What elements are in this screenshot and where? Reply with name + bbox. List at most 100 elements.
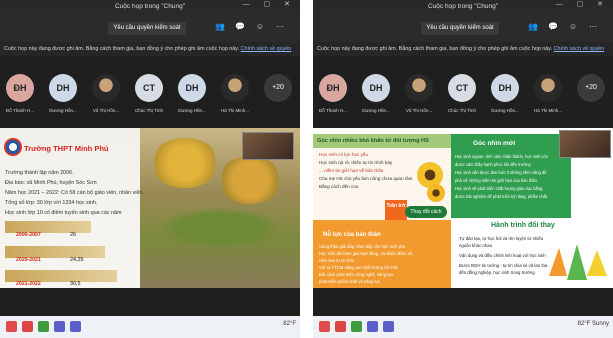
journey-item: Vận dụng và điều chỉnh linh hoạt với học…: [459, 253, 546, 258]
window-controls[interactable]: — ▢ ✕: [556, 0, 609, 8]
app-icon[interactable]: [319, 321, 330, 332]
avatar[interactable]: CT: [135, 74, 163, 102]
change-perspective-pill: Thay đổi cách nhìn: [405, 206, 447, 227]
year-label: 2021-2022: [16, 281, 41, 287]
avatar[interactable]: DH: [178, 74, 206, 102]
new-item: được cảm thấy hạnh phúc khi đến trường: [455, 162, 531, 167]
journey-header: Hành trình đổi thay: [491, 222, 555, 229]
journey-item: Tự đào tạo, tự học hỏi và rèn luyện từ n…: [459, 236, 544, 241]
difficulty-item: Bằng cách đến con: [319, 184, 359, 189]
participant-name: Dương Hồn...: [49, 108, 77, 113]
chat-icon[interactable]: 💬: [234, 21, 246, 33]
effort-item: Cùng thảo giải đáp, khơi dậy cho học sin…: [319, 244, 406, 249]
reactions-icon[interactable]: ☺: [567, 21, 579, 33]
effort-item: Với tư TTCM năng cao chất lượng bộ môn: [319, 265, 399, 270]
shrub-shape: [160, 208, 280, 248]
reactions-icon[interactable]: ☺: [254, 21, 266, 33]
app-icon[interactable]: [22, 321, 33, 332]
participant-name: Dương Hồn...: [362, 108, 390, 113]
avatar[interactable]: DH: [362, 74, 390, 102]
people-icon[interactable]: 👥: [527, 21, 539, 33]
avatar-photo[interactable]: [405, 74, 433, 102]
self-video-preview[interactable]: [559, 130, 611, 158]
avatar[interactable]: ĐH: [6, 74, 34, 102]
app-icon[interactable]: [6, 321, 17, 332]
participant-name: Vũ Thị Hồn...: [405, 108, 433, 113]
teams-icon[interactable]: [70, 321, 81, 332]
info-line: Tổng số lớp: 30 lớp với 1334 học sinh.: [5, 200, 98, 206]
people-icon[interactable]: 👥: [214, 21, 226, 33]
teams-icon[interactable]: [367, 321, 378, 332]
privacy-policy-link[interactable]: Chính sách về quyền: [554, 46, 605, 52]
window-controls[interactable]: — ▢ ✕: [243, 0, 296, 8]
chat-icon[interactable]: 💬: [547, 21, 559, 33]
self-effort-header: Nỗ lực của bản thân: [323, 232, 381, 238]
year-label: 2006-2007: [16, 232, 41, 238]
participant-name: Dương Hồn...: [491, 108, 519, 113]
taskbar: 82°F Sunny: [313, 316, 613, 338]
app-icon[interactable]: [335, 321, 346, 332]
weather-widget[interactable]: 82°F Sunny: [578, 321, 609, 327]
new-perspective-header: Góc nhìn mới: [473, 140, 516, 147]
score-value: 24,25: [70, 257, 84, 263]
request-control-button[interactable]: Yêu cầu quyền kiểm soát: [421, 22, 499, 35]
avatar-photo[interactable]: [92, 74, 120, 102]
avatar[interactable]: DH: [491, 74, 519, 102]
school-title: Trường THPT Minh Phú: [24, 144, 109, 153]
journey-item: Được BGH tin tưởng - tự tin chia sẻ và l…: [459, 263, 548, 268]
participant-name: Dương Hồn...: [178, 108, 206, 113]
teams-icon[interactable]: [54, 321, 65, 332]
meeting-toolbar: Yêu cầu quyền kiểm soát 👥 💬 ☺ ⋯: [313, 14, 613, 42]
privacy-policy-link[interactable]: Chính sách về quyền: [241, 46, 292, 52]
app-icon[interactable]: [38, 321, 49, 332]
avatar[interactable]: DH: [49, 74, 77, 102]
effort-item: năm sau tự tin hơn: [319, 258, 355, 263]
effort-item: Học sinh đã tham gia hoạt động, cải thiệ…: [319, 251, 414, 256]
paper-planes-icon: [549, 244, 607, 280]
participant-name: Chúc Thị Tình: [447, 108, 477, 113]
difficulties-header: Góc nhìn nhiều khó khăn từ đối tượng HS: [313, 134, 451, 148]
participant-strip: ĐH Đỗ Thanh H... DH Dương Hồn... Vũ Thị …: [0, 60, 300, 122]
score-value: 30,5: [70, 281, 81, 287]
new-item: Học sinh sẽ phát triển chất lượng giáo d…: [455, 186, 543, 191]
more-options-icon[interactable]: ⋯: [274, 21, 286, 33]
score-value: 26: [70, 232, 76, 238]
app-icon[interactable]: [351, 321, 362, 332]
more-participants-button[interactable]: +20: [577, 74, 605, 102]
tree-shape: [218, 156, 282, 204]
teams-icon[interactable]: [383, 321, 394, 332]
request-control-button[interactable]: Yêu cầu quyền kiểm soát: [108, 22, 186, 35]
participant-name: Đỗ Thanh H...: [319, 108, 347, 113]
year-label: 2020-2021: [16, 257, 41, 263]
meeting-toolbar: Yêu cầu quyền kiểm soát 👥 💬 ☺ ⋯: [0, 14, 300, 42]
avatar-photo[interactable]: [534, 74, 562, 102]
tree-shape: [150, 138, 220, 188]
avatar-photo[interactable]: [221, 74, 249, 102]
participant-name: Vũ Thị Hồn...: [92, 108, 120, 113]
weather-widget[interactable]: 82°F: [283, 321, 296, 327]
info-line: Trường thành lập năm 2006.: [5, 170, 74, 176]
new-item: Học sinh cần được làm bức tỉ những tiềm …: [455, 170, 547, 175]
recording-notice-text: Cuộc họp này đang được ghi âm. Bằng cách…: [317, 46, 553, 52]
effort-item: Đổi cách phát triển công nghệ, sáng tạo: [319, 272, 394, 277]
info-line: Địa bàn: xã Minh Phú, huyện Sóc Sơn: [5, 180, 97, 186]
participant-strip: ĐH Đỗ Thanh H... DH Dương Hồn... Vũ Thị …: [313, 60, 613, 122]
recording-notice-text: Cuộc họp này đang được ghi âm. Bằng cách…: [4, 46, 240, 52]
avatar[interactable]: ĐH: [319, 74, 347, 102]
avatar[interactable]: CT: [448, 74, 476, 102]
self-video-preview[interactable]: [242, 132, 294, 160]
participant-name: Chúc Thị Tình: [134, 108, 164, 113]
meeting-window-left: Cuộc họp trong "Chung" — ▢ ✕ Yêu cầu quy…: [0, 0, 300, 338]
school-logo-icon: [4, 138, 22, 156]
difficulty-item: Học sinh có lực học yếu: [319, 152, 369, 157]
info-line: Học sinh lớp 10 có điểm tuyển sinh qua c…: [5, 210, 122, 216]
meeting-window-right: Cuộc họp trong "Chung" — ▢ ✕ Yêu cầu quy…: [313, 0, 613, 338]
more-options-icon[interactable]: ⋯: [587, 21, 599, 33]
effort-item: phát triển phẩm chất và năng lực: [319, 279, 381, 284]
participant-name: Đỗ Thanh H...: [6, 108, 34, 113]
difficulty-item: Cha mẹ HS chủ yếu làm nông chưa quan tâm: [319, 176, 413, 181]
participant-name: Hà Thị Minh...: [221, 108, 249, 113]
more-participants-button[interactable]: +20: [264, 74, 292, 102]
new-item: phá vỡ những niềm tin giới hạn của bản t…: [455, 178, 538, 183]
recording-notice: Cuộc họp này đang được ghi âm. Bằng cách…: [0, 42, 300, 56]
